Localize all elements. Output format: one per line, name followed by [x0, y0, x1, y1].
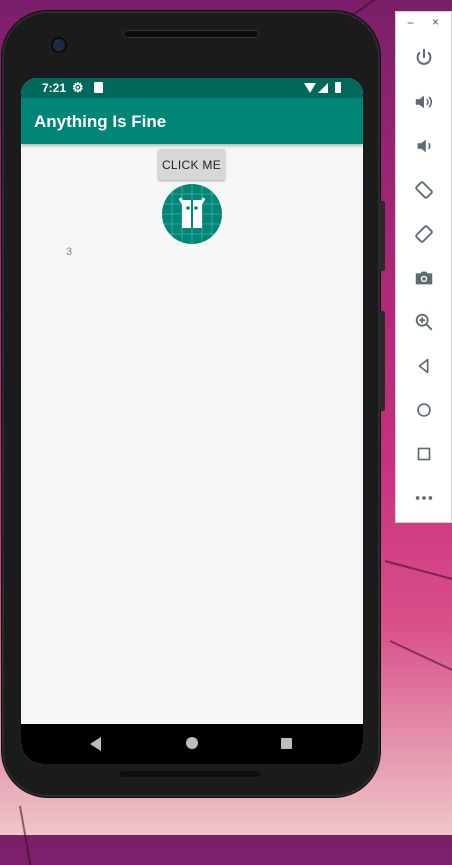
- more-icon[interactable]: [411, 485, 437, 511]
- close-button[interactable]: ×: [432, 15, 439, 29]
- power-icon[interactable]: [411, 45, 437, 71]
- status-bar: 7:21 ⚙: [21, 78, 363, 98]
- volume-down-icon[interactable]: [411, 133, 437, 159]
- nav-recents-icon[interactable]: [281, 738, 292, 749]
- volume-side-button: [380, 311, 385, 411]
- nav-home-icon[interactable]: [186, 737, 198, 749]
- android-image-icon: [162, 184, 222, 244]
- status-time: 7:21: [42, 81, 67, 95]
- counter-text: 3: [66, 246, 73, 258]
- battery-icon: [335, 82, 341, 93]
- zoom-icon[interactable]: [411, 309, 437, 335]
- minimize-button[interactable]: −: [407, 16, 414, 30]
- click-me-button[interactable]: CLICK ME: [158, 149, 225, 180]
- emulator-toolbar: − ×: [395, 11, 452, 523]
- cell-signal-icon: [318, 83, 328, 93]
- background-decoration: [384, 560, 452, 581]
- rotate-right-icon[interactable]: [411, 221, 437, 247]
- bottom-speaker: [120, 771, 260, 777]
- top-speaker: [123, 30, 259, 38]
- back-icon[interactable]: [411, 353, 437, 379]
- volume-up-icon[interactable]: [411, 89, 437, 115]
- settings-icon: ⚙: [72, 80, 84, 95]
- background-decoration: [19, 805, 32, 865]
- sd-card-icon: [94, 82, 103, 93]
- phone-frame: 7:21 ⚙ Anything Is Fine CLICK ME 3: [2, 11, 385, 797]
- app-bar: Anything Is Fine: [21, 98, 363, 144]
- background-decoration: [389, 640, 452, 672]
- navigation-bar: [21, 724, 363, 764]
- nav-back-icon[interactable]: [90, 737, 101, 751]
- overview-icon[interactable]: [411, 441, 437, 467]
- camera-icon[interactable]: [411, 265, 437, 291]
- home-icon[interactable]: [411, 397, 437, 423]
- power-side-button: [380, 201, 385, 271]
- app-title: Anything Is Fine: [34, 112, 167, 131]
- rotate-left-icon[interactable]: [411, 177, 437, 203]
- wifi-icon: [304, 83, 316, 93]
- front-camera: [53, 39, 65, 51]
- device-screen: 7:21 ⚙ Anything Is Fine CLICK ME 3: [21, 78, 363, 764]
